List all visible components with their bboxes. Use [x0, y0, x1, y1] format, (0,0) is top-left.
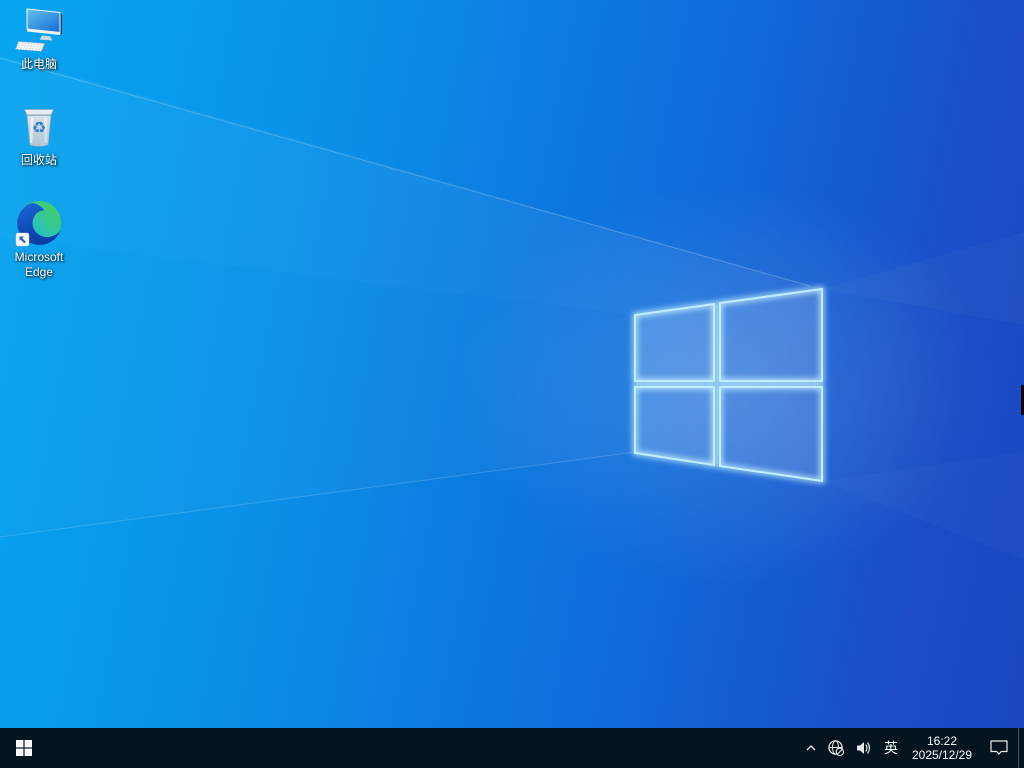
this-pc-label: 此电脑 [20, 57, 57, 71]
volume-button[interactable] [850, 728, 878, 768]
microsoft-edge-label: Microsoft Edge [14, 250, 64, 279]
globe-no-internet-icon [828, 740, 845, 757]
network-status-button[interactable] [822, 728, 850, 768]
speaker-icon [856, 742, 870, 754]
input-language-indicator[interactable]: 英 [878, 728, 904, 768]
taskbar-clock[interactable]: 16:22 2025/12/29 [904, 728, 980, 768]
start-button[interactable] [0, 728, 48, 768]
taskbar: 英 16:22 2025/12/29 [0, 728, 1024, 768]
windows-logo-wallpaper-art [0, 55, 998, 585]
system-tray: 英 16:22 2025/12/29 [800, 728, 1024, 768]
chevron-up-icon [806, 745, 816, 751]
action-center-bubble-icon [990, 740, 1008, 755]
action-center-button[interactable] [980, 728, 1018, 768]
hidden-icons-button[interactable] [800, 728, 822, 768]
desktop-background: 此电脑 ♻ 回收站 Microsoft Edge [0, 0, 1024, 768]
recycle-bin-icon: ♻ [23, 109, 55, 147]
desktop-icon-recycle-bin[interactable]: ♻ 回收站 [1, 102, 77, 168]
microsoft-edge-icon [15, 201, 61, 247]
desktop-icon-this-pc[interactable]: 此电脑 [1, 6, 77, 72]
clock-date: 2025/12/29 [911, 748, 973, 762]
windows-start-icon [16, 740, 32, 756]
language-label: 英 [884, 740, 898, 756]
show-desktop-button[interactable] [1018, 728, 1024, 768]
taskbar-empty-area [48, 728, 800, 768]
recycle-bin-label: 回收站 [20, 153, 57, 167]
svg-text:♻: ♻ [32, 118, 46, 137]
this-pc-monitor-icon [15, 8, 62, 52]
desktop-icon-microsoft-edge[interactable]: Microsoft Edge [1, 199, 77, 280]
clock-time: 16:22 [926, 734, 958, 748]
